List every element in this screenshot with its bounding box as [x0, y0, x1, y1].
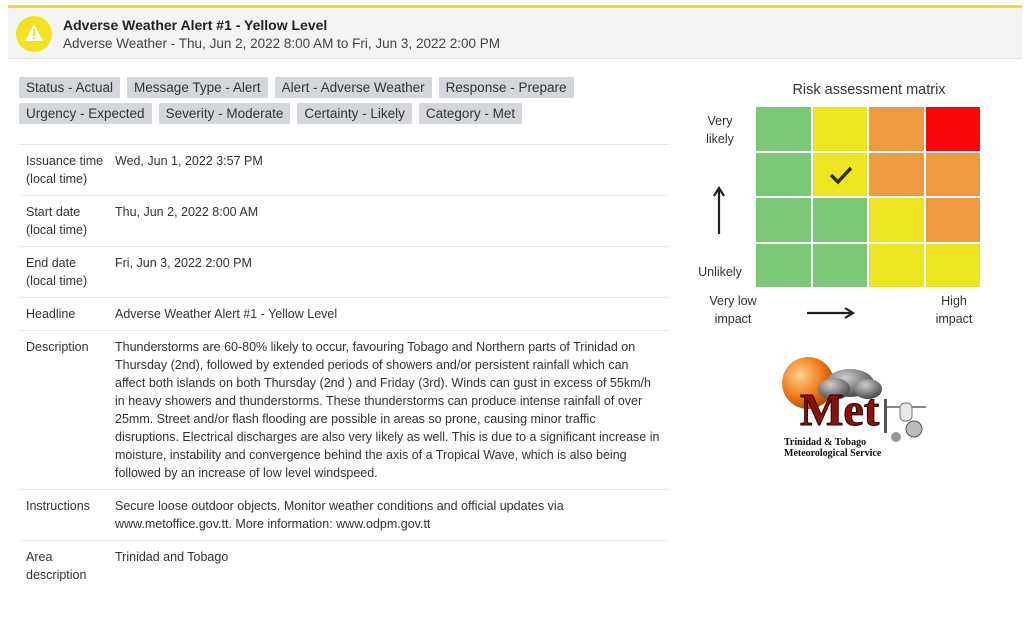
risk-matrix-cell [925, 107, 980, 151]
risk-matrix-cell [812, 107, 867, 151]
risk-matrix-cell [812, 198, 867, 242]
table-row: Issuance time (local time) Wed, Jun 1, 2… [19, 144, 669, 196]
warning-icon [16, 16, 52, 52]
instructions-value: Secure loose outdoor objects. Monitor we… [115, 499, 564, 531]
start-date-label: Start date (local time) [26, 205, 88, 237]
risk-matrix-cell [869, 107, 924, 151]
risk-matrix-cell [812, 243, 867, 287]
risk-matrix-cell [869, 198, 924, 242]
risk-matrix-cell [925, 198, 980, 242]
risk-matrix-grid [756, 107, 980, 287]
risk-matrix-cell [756, 243, 811, 287]
area-description-label: Area description [26, 550, 87, 582]
risk-matrix-cell [869, 152, 924, 196]
urgency-badge: Urgency - Expected [19, 103, 152, 124]
instructions-label: Instructions [26, 499, 90, 513]
description-label: Description [26, 340, 89, 354]
headline-label: Headline [26, 307, 76, 321]
arrow-up-icon [713, 186, 725, 234]
severity-badge: Severity - Moderate [158, 103, 291, 124]
alert-type-badge: Alert - Adverse Weather [274, 77, 432, 98]
category-badge: Category - Met [418, 103, 523, 124]
risk-matrix-cell [925, 152, 980, 196]
likelihood-low-label: Unlikely [698, 265, 742, 279]
status-badge: Status - Actual [19, 77, 121, 98]
risk-matrix-cell [869, 243, 924, 287]
table-row: End date (local time) Fri, Jun 3, 2022 2… [19, 246, 669, 298]
likelihood-high-label: Very likely [706, 114, 734, 146]
risk-matrix-title: Risk assessment matrix [792, 82, 946, 98]
issuance-time-label: Issuance time (local time) [26, 154, 104, 186]
response-badge: Response - Prepare [438, 77, 574, 98]
issuance-time-value: Wed, Jun 1, 2022 3:57 PM [115, 154, 263, 168]
table-row: Headline Adverse Weather Alert #1 - Yell… [19, 297, 669, 331]
description-value: Thunderstorms are 60-80% likely to occur… [115, 340, 660, 480]
logo-caption-line2: Meteorological Service [784, 448, 882, 459]
alert-details-table: Issuance time (local time) Wed, Jun 1, 2… [19, 144, 669, 591]
alert-subtitle: Adverse Weather - Thu, Jun 2, 2022 8:00 … [63, 36, 500, 51]
table-row: Start date (local time) Thu, Jun 2, 2022… [19, 195, 669, 247]
arrow-right-icon [807, 307, 856, 319]
table-row: Instructions Secure loose outdoor object… [19, 489, 669, 541]
risk-matrix-cell [756, 107, 811, 151]
badge-row: Status - Actual Message Type - Alert Alert… [19, 77, 579, 98]
badge-row: Urgency - Expected Severity - Moderate Cer… [19, 103, 579, 124]
table-row: Description Thunderstorms are 60-80% lik… [19, 330, 669, 490]
headline-value: Adverse Weather Alert #1 - Yellow Level [115, 307, 338, 321]
checkmark-icon [829, 166, 852, 185]
end-date-value: Fri, Jun 3, 2022 2:00 PM [115, 256, 252, 270]
start-date-value: Thu, Jun 2, 2022 8:00 AM [115, 205, 259, 219]
logo-caption-line1: Trinidad & Tobago [784, 437, 867, 448]
logo-text: Met [800, 384, 880, 435]
certainty-badge: Certainty - Likely [297, 103, 412, 124]
impact-high-label: High impact [935, 294, 973, 326]
alert-header: Adverse Weather Alert #1 - Yellow Level … [8, 5, 1022, 59]
table-row: Area description Trinidad and Tobago [19, 540, 669, 592]
risk-matrix-cell [756, 152, 811, 196]
message-type-badge: Message Type - Alert [127, 77, 268, 98]
area-description-value: Trinidad and Tobago [115, 550, 229, 564]
alert-badges: Status - Actual Message Type - Alert Alert… [19, 77, 579, 129]
end-date-label: End date (local time) [26, 256, 88, 288]
alert-title: Adverse Weather Alert #1 - Yellow Level [63, 17, 328, 33]
risk-matrix-cell [925, 243, 980, 287]
impact-low-label: Very low impact [709, 294, 757, 326]
risk-matrix-cell [812, 152, 867, 196]
risk-matrix-cell [756, 198, 811, 242]
